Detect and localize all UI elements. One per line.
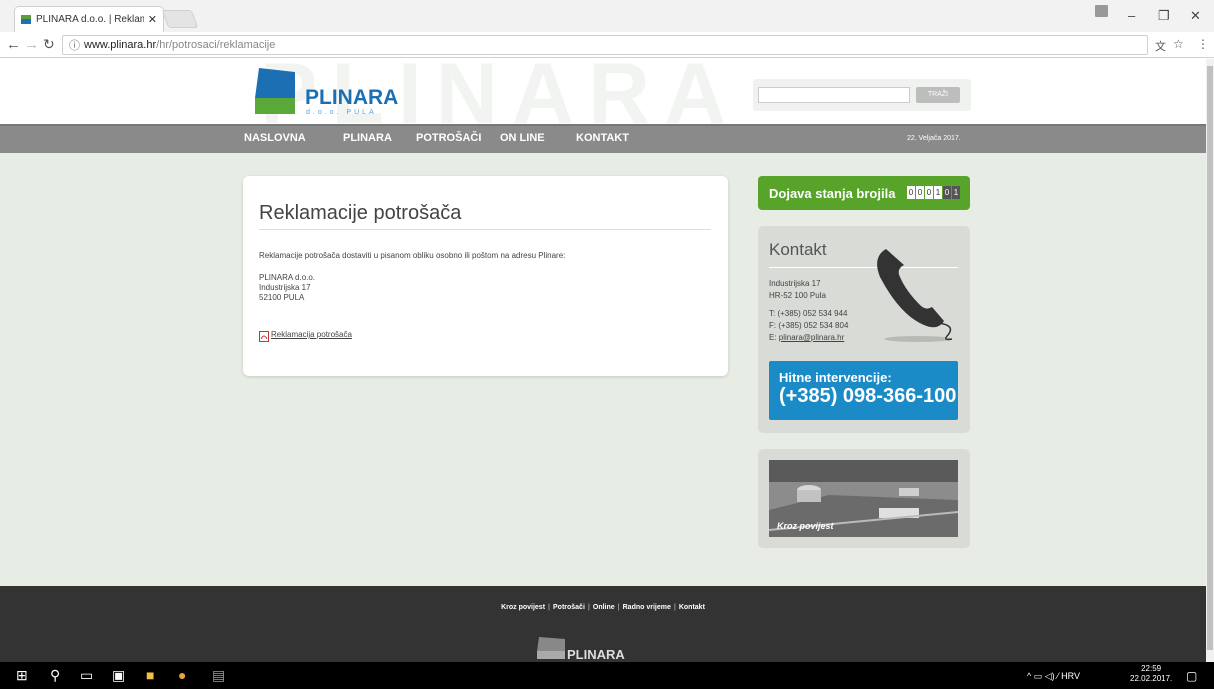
- star-icon[interactable]: ☆: [1173, 37, 1184, 51]
- meter-digit: 0: [907, 186, 915, 199]
- chrome-icon[interactable]: ●: [178, 667, 186, 683]
- footer-link-kontakt[interactable]: Kontakt: [679, 604, 705, 611]
- close-window-icon[interactable]: ✕: [1190, 8, 1201, 24]
- browser-tab[interactable]: PLINARA d.o.o. | Reklamac ✕: [14, 6, 164, 32]
- logo-name[interactable]: PLINARA: [305, 86, 398, 110]
- footer-link-online[interactable]: Online: [593, 604, 615, 611]
- minimize-icon[interactable]: –: [1128, 8, 1135, 23]
- system-tray[interactable]: ^ ▭ ◁) ⁄ HRV: [1027, 671, 1080, 682]
- close-tab-icon[interactable]: ✕: [148, 13, 157, 26]
- meter-digit: 1: [934, 186, 942, 199]
- footer-link-potrosaci[interactable]: Potrošači: [553, 604, 585, 611]
- task-view-icon[interactable]: ▭: [80, 667, 93, 684]
- meter-digit: 0: [925, 186, 933, 199]
- meter-digit: 0: [943, 186, 951, 199]
- clock-time: 22:59: [1141, 664, 1162, 673]
- plinara-logo-icon[interactable]: [255, 68, 295, 114]
- history-label: Kroz povijest: [777, 521, 834, 531]
- start-icon[interactable]: ⊞: [16, 667, 28, 684]
- favicon-icon: [21, 15, 31, 24]
- menu-item-kontakt[interactable]: KONTAKT: [576, 132, 629, 144]
- language-indicator[interactable]: HRV: [1061, 671, 1080, 681]
- contact-address: Industrijska 17 HR-52 100 Pula: [769, 278, 826, 302]
- translate-icon[interactable]: 文: [1155, 38, 1166, 54]
- menu-item-online[interactable]: ON LINE: [500, 132, 545, 144]
- page-viewport: PLINARA PLINARA d.o.o. PULA TRAŽI NASLOV…: [0, 59, 1206, 662]
- contact-address-line: Industrijska 17: [769, 279, 821, 288]
- email-prefix: E:: [769, 333, 779, 342]
- store-icon[interactable]: ▣: [112, 667, 125, 684]
- clock-date: 22.02.2017.: [1130, 674, 1173, 683]
- contact-address-line: HR-52 100 Pula: [769, 291, 826, 300]
- contact-fax: F: (+385) 052 534 804: [769, 321, 849, 330]
- meter-digit: 1: [952, 186, 960, 199]
- search-taskbar-icon[interactable]: ⚲: [50, 667, 60, 684]
- contact-numbers: T: (+385) 052 534 944 F: (+385) 052 534 …: [769, 308, 848, 344]
- intro-text: Reklamacije potrošača dostaviti u pisano…: [259, 251, 566, 260]
- footer-logo-icon: [537, 637, 565, 659]
- search-button[interactable]: TRAŽI: [916, 87, 960, 103]
- address-bar[interactable]: ⓘ www.plinara.hr/hr/potrosaci/reklamacij…: [62, 35, 1148, 55]
- pdf-icon[interactable]: [259, 331, 269, 342]
- address-line: PLINARA d.o.o.: [259, 273, 316, 282]
- footer-logo-text: PLINARA: [567, 647, 625, 662]
- menu-item-plinara[interactable]: PLINARA: [343, 132, 392, 144]
- reload-icon[interactable]: ↻: [43, 36, 55, 53]
- menu-item-potrosaci[interactable]: POTROŠAČI: [416, 132, 481, 144]
- new-tab-button[interactable]: [161, 10, 199, 28]
- meter-digit: 0: [916, 186, 924, 199]
- emergency-label: Hitne intervencije:: [779, 370, 892, 385]
- menu-item-naslovna[interactable]: NASLOVNA: [244, 132, 306, 144]
- site-header: PLINARA PLINARA d.o.o. PULA TRAŽI: [0, 59, 1206, 142]
- taskbar-clock[interactable]: 22:59 22.02.2017.: [1130, 664, 1172, 684]
- scrollbar-thumb[interactable]: [1207, 66, 1213, 650]
- forward-icon[interactable]: →: [24, 36, 39, 53]
- header-date: 22. Veljača 2017.: [907, 135, 961, 142]
- url-domain: www.plinara.hr: [84, 39, 157, 51]
- footer-link-povijest[interactable]: Kroz povijest: [501, 604, 545, 611]
- notification-icon[interactable]: ▢: [1186, 669, 1197, 683]
- meter-reading-label: Dojava stanja brojila: [769, 186, 896, 201]
- postal-address: PLINARA d.o.o. Industrijska 17 52100 PUL…: [259, 273, 315, 303]
- contact-email-row: E: plinara@plinara.hr: [769, 332, 848, 344]
- url-path: /hr/potrosaci/reklamacije: [156, 39, 276, 51]
- maximize-icon[interactable]: ❐: [1158, 8, 1170, 24]
- contact-phone: T: (+385) 052 534 944: [769, 309, 848, 318]
- logo-subtitle: d.o.o. PULA: [306, 109, 377, 116]
- telephone-icon: [877, 249, 953, 342]
- tab-title: PLINARA d.o.o. | Reklamac: [36, 14, 144, 25]
- address-line: Industrijska 17: [259, 283, 311, 292]
- contact-title: Kontakt: [769, 240, 827, 259]
- back-icon[interactable]: ←: [6, 36, 21, 53]
- emergency-number: (+385) 098-366-100: [779, 385, 957, 407]
- search-input[interactable]: [758, 87, 910, 103]
- footer-links: Kroz povijest | Potrošači | Online | Radno vri…: [501, 604, 705, 611]
- footer-link-radno-vrijeme[interactable]: Radno vrijeme: [623, 604, 671, 611]
- notepad-icon[interactable]: ▤: [212, 667, 225, 684]
- complaint-form-link[interactable]: Reklamacija potrošača: [271, 330, 352, 339]
- address-line: 52100 PULA: [259, 293, 305, 302]
- profile-icon[interactable]: [1095, 5, 1108, 17]
- title-divider: [259, 229, 711, 230]
- file-explorer-icon[interactable]: ■: [146, 667, 154, 683]
- info-icon[interactable]: ⓘ: [69, 37, 80, 53]
- meter-counter-icon: 0 0 0 1 0 1: [907, 186, 962, 199]
- contact-email-link[interactable]: plinara@plinara.hr: [779, 333, 845, 342]
- menu-dots-icon[interactable]: ⋮: [1197, 37, 1209, 51]
- page-title: Reklamacije potrošača: [259, 202, 462, 224]
